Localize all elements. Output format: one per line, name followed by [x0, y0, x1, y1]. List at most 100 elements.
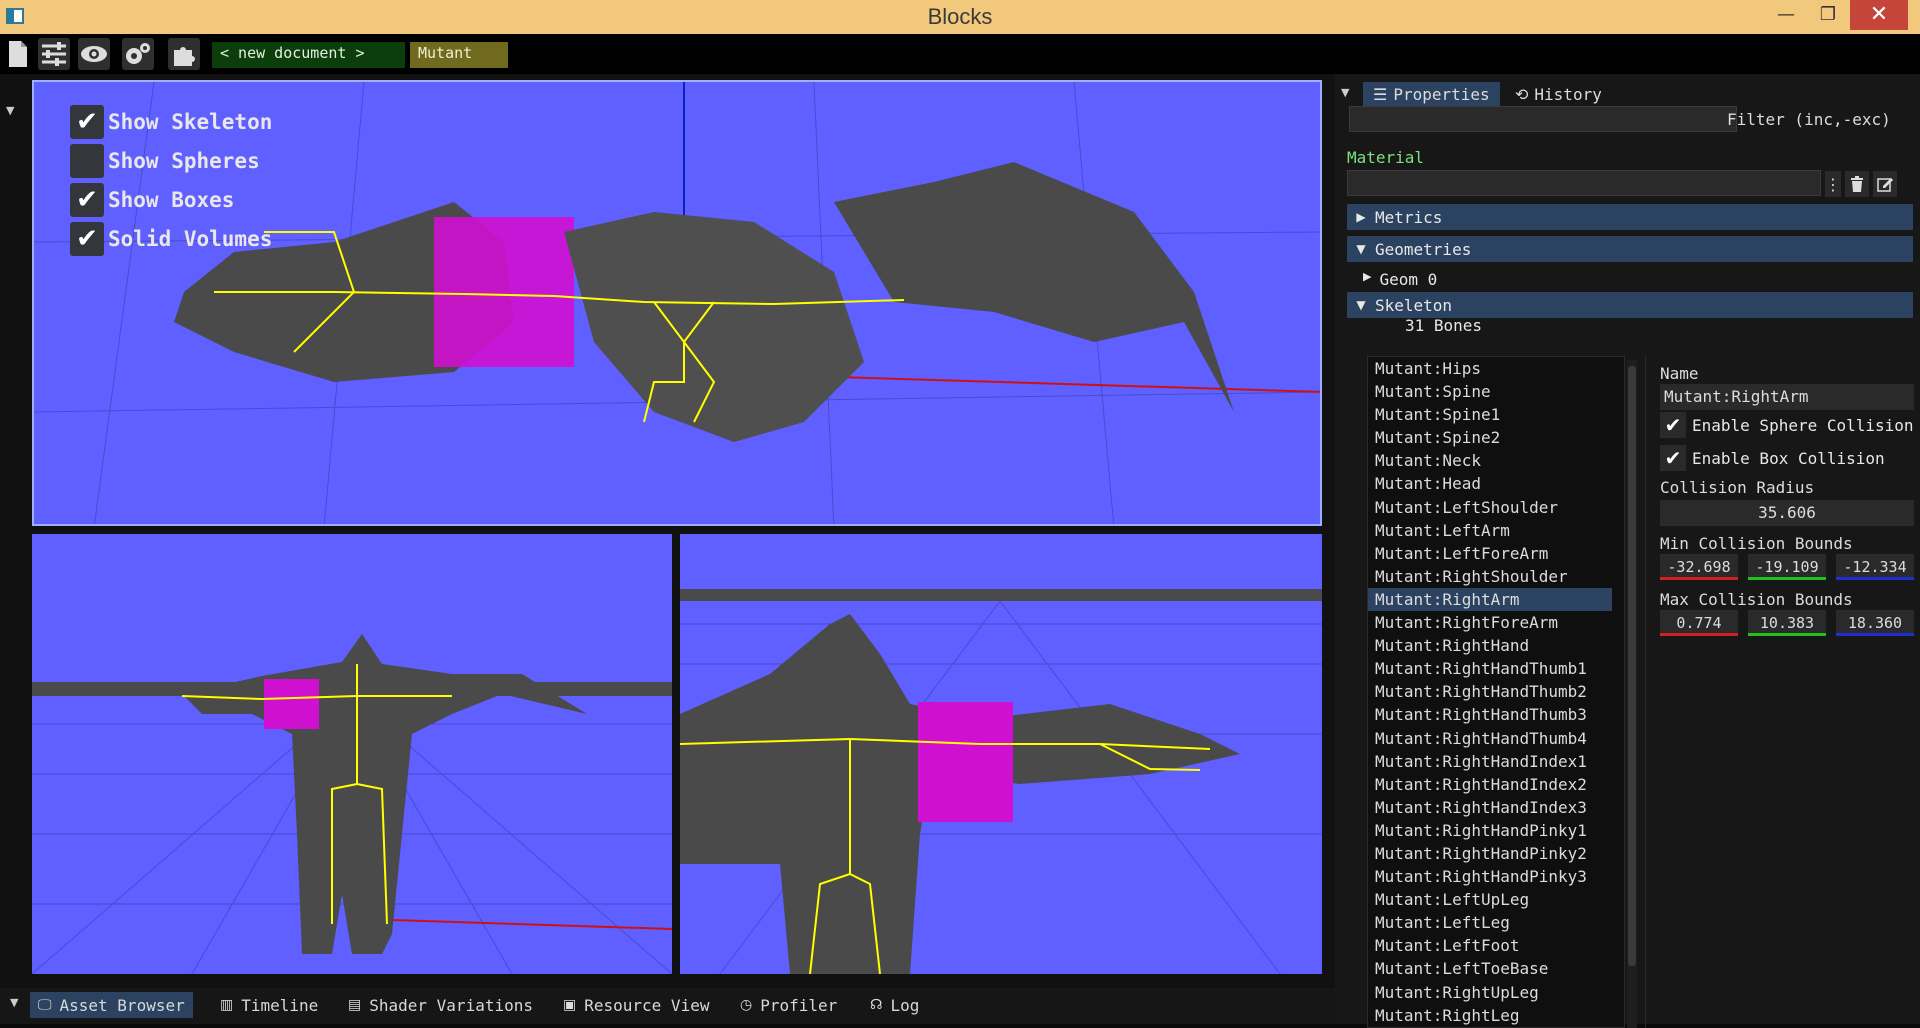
bone-list-item[interactable]: Mutant:LeftShoulder	[1368, 496, 1624, 519]
bone-list-item[interactable]: Mutant:RightHandIndex2	[1368, 773, 1624, 796]
bone-name-field[interactable]: Mutant:RightArm	[1660, 384, 1914, 410]
trash-icon[interactable]	[1845, 171, 1869, 197]
gears-icon[interactable]	[122, 38, 154, 70]
tab-profiler[interactable]: ◷ Profiler	[732, 992, 845, 1018]
resource-icon: ▣	[563, 997, 577, 1013]
edit-icon[interactable]	[1873, 171, 1897, 197]
checkbox[interactable]: ✔	[1660, 445, 1686, 471]
min-bounds-x[interactable]: -32.698	[1660, 554, 1738, 580]
checkbox[interactable]	[70, 144, 104, 178]
checkbox[interactable]: ✔	[1660, 412, 1686, 438]
bone-list-item[interactable]: Mutant:RightHandIndex3	[1368, 796, 1624, 819]
bone-list-item[interactable]: Mutant:RightHandPinky2	[1368, 842, 1624, 865]
bone-list-item[interactable]: Mutant:RightHandPinky1	[1368, 819, 1624, 842]
option-solid-volumes[interactable]: ✔ Solid Volumes	[70, 221, 272, 257]
bone-list-item[interactable]: Mutant:LeftArm	[1368, 519, 1624, 542]
bone-list-item[interactable]: Mutant:LeftLeg	[1368, 911, 1624, 934]
tab-log[interactable]: ☊ Log	[862, 992, 927, 1018]
close-button[interactable]: ✕	[1850, 0, 1908, 30]
min-bounds-y[interactable]: -19.109	[1748, 554, 1826, 580]
collapse-icon[interactable]: ▼	[10, 996, 18, 1009]
sliders-icon[interactable]	[38, 38, 70, 70]
bone-list-item[interactable]: Mutant:RightShoulder	[1368, 565, 1624, 588]
section-label: Skeleton	[1375, 295, 1453, 315]
torso-mesh	[564, 212, 864, 442]
properties-panel: ▼ ☰ Properties ⟲ History Filter (inc,-ex…	[1335, 74, 1920, 1028]
bone-list-item[interactable]: Mutant:Neck	[1368, 449, 1624, 472]
collapse-icon[interactable]: ▼	[1341, 86, 1349, 99]
checkbox[interactable]: ✔	[70, 105, 104, 139]
minimize-button[interactable]: —	[1764, 0, 1808, 30]
tab-shader-variations[interactable]: ▤ Shader Variations	[340, 992, 541, 1018]
bone-list-item[interactable]: Mutant:RightHandThumb1	[1368, 657, 1624, 680]
bone-list-item[interactable]: Mutant:LeftFoot	[1368, 934, 1624, 957]
tab-label: History	[1534, 84, 1602, 104]
bone-list-item[interactable]: Mutant:Spine1	[1368, 403, 1624, 426]
more-options-icon[interactable]: ⋮	[1825, 171, 1841, 197]
viewport-options: ✔ Show Skeleton Show Spheres ✔ Show Boxe…	[70, 104, 272, 260]
bone-list-item[interactable]: Mutant:Spine2	[1368, 426, 1624, 449]
viewport-top[interactable]: ✔ Show Skeleton Show Spheres ✔ Show Boxe…	[32, 80, 1322, 526]
right-arm-mesh	[834, 162, 1234, 412]
headphones-icon: ☊	[870, 997, 883, 1013]
collapse-icon: ▼	[1356, 242, 1366, 256]
bone-list-item[interactable]: Mutant:RightHandIndex1	[1368, 750, 1624, 773]
max-bounds-z[interactable]: 18.360	[1836, 610, 1914, 636]
collapse-icon: ▼	[1356, 298, 1366, 312]
bone-list-scrollbar[interactable]	[1627, 360, 1637, 1028]
option-show-boxes[interactable]: ✔ Show Boxes	[70, 182, 272, 218]
collapse-icon[interactable]: ▼	[6, 104, 14, 117]
tree-item-geom0[interactable]: ▶ Geom 0	[1363, 270, 1437, 289]
scrollbar-thumb[interactable]	[1628, 366, 1636, 966]
viewport-front[interactable]	[32, 534, 672, 974]
box-collision-toggle[interactable]: ✔ Enable Box Collision	[1660, 445, 1885, 471]
bone-list-item[interactable]: Mutant:RightHandThumb2	[1368, 680, 1624, 703]
bone-list-item[interactable]: Mutant:RightUpLeg	[1368, 981, 1624, 1004]
material-field[interactable]	[1347, 170, 1821, 196]
max-bounds-y[interactable]: 10.383	[1748, 610, 1826, 636]
expand-icon: ▶	[1363, 270, 1372, 283]
eye-icon[interactable]	[78, 38, 110, 70]
section-skeleton[interactable]: ▼ Skeleton	[1347, 292, 1913, 318]
maximize-button[interactable]: ❐	[1806, 0, 1850, 30]
section-geometries[interactable]: ▼ Geometries	[1347, 236, 1913, 262]
viewport-perspective[interactable]	[680, 534, 1322, 974]
bone-list-item[interactable]: Mutant:RightArm	[1368, 587, 1612, 612]
tab-timeline[interactable]: ▥ Timeline	[212, 992, 326, 1018]
bone-list-item[interactable]: Mutant:RightForeArm	[1368, 611, 1624, 634]
tab-history[interactable]: ⟲ History	[1505, 82, 1612, 106]
main-toolbar: < new document > Mutant	[0, 34, 1920, 74]
perspective-view-scene	[680, 589, 1322, 974]
bone-list-item[interactable]: Mutant:RightHandThumb3	[1368, 703, 1624, 726]
option-show-spheres[interactable]: Show Spheres	[70, 143, 272, 179]
tab-resource-view[interactable]: ▣ Resource View	[555, 992, 717, 1018]
checkbox[interactable]: ✔	[70, 222, 104, 256]
min-bounds-z[interactable]: -12.334	[1836, 554, 1914, 580]
bone-list-item[interactable]: Mutant:Spine	[1368, 380, 1624, 403]
tab-properties[interactable]: ☰ Properties	[1363, 82, 1500, 106]
option-label: Solid Volumes	[108, 227, 273, 251]
puzzle-icon[interactable]	[168, 38, 200, 70]
bone-list-item[interactable]: Mutant:LeftToeBase	[1368, 957, 1624, 980]
document-tab-new[interactable]: < new document >	[212, 42, 405, 68]
filter-input[interactable]	[1349, 106, 1737, 132]
checkbox[interactable]: ✔	[70, 183, 104, 217]
bone-list-item[interactable]: Mutant:LeftUpLeg	[1368, 888, 1624, 911]
collision-radius-field[interactable]: 35.606	[1660, 500, 1914, 526]
bone-list-item[interactable]: Mutant:RightLeg	[1368, 1004, 1624, 1027]
bone-list-item[interactable]: Mutant:RightHand	[1368, 634, 1624, 657]
tab-asset-browser[interactable]: 🖵 Asset Browser	[30, 992, 193, 1018]
bone-list-item[interactable]: Mutant:LeftForeArm	[1368, 542, 1624, 565]
max-bounds-x[interactable]: 0.774	[1660, 610, 1738, 636]
bone-list-item[interactable]: Mutant:RightHandThumb4	[1368, 727, 1624, 750]
bone-list-item[interactable]: Mutant:Head	[1368, 472, 1624, 495]
sphere-collision-toggle[interactable]: ✔ Enable Sphere Collision	[1660, 412, 1914, 438]
section-metrics[interactable]: ▶ Metrics	[1347, 204, 1913, 230]
bone-list-item[interactable]: Mutant:RightHandPinky3	[1368, 865, 1624, 888]
bone-list-item[interactable]: Mutant:Hips	[1368, 357, 1624, 380]
new-document-icon[interactable]	[2, 38, 34, 70]
option-show-skeleton[interactable]: ✔ Show Skeleton	[70, 104, 272, 140]
viewport-area: ▼ ✔ Show Skeleton Show Spheres ✔ Show Bo…	[0, 74, 1335, 988]
bone-list[interactable]: Mutant:Hips Mutant:Spine Mutant:Spine1 Muta…	[1367, 356, 1625, 1028]
document-tab-mutant[interactable]: Mutant	[410, 42, 508, 68]
